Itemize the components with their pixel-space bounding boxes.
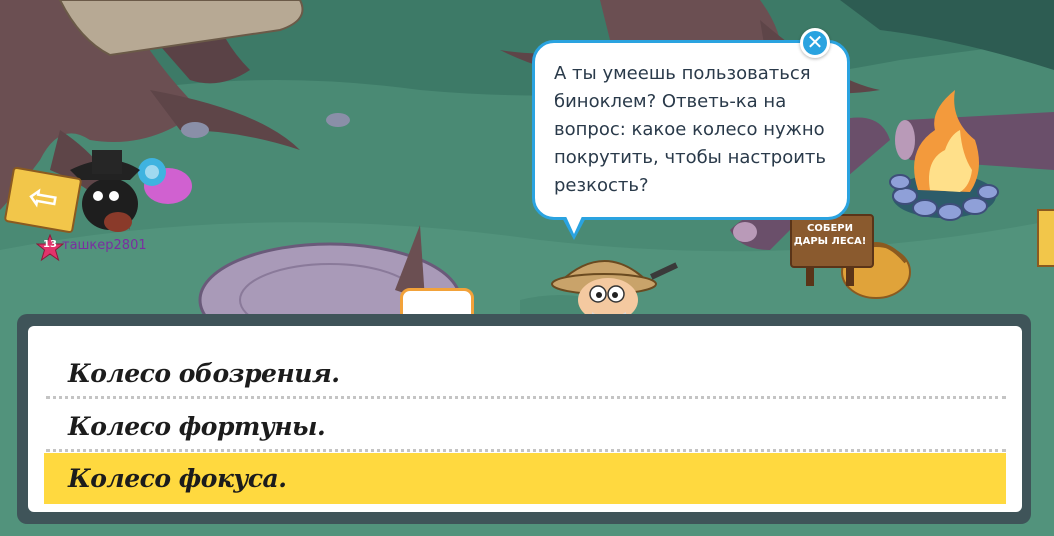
player-level: 13 — [43, 239, 57, 250]
answer-option-2[interactable]: Колесо фортуны. — [44, 401, 1006, 452]
question-text: А ты умеешь пользоваться биноклем? Ответ… — [554, 63, 827, 196]
arrow-left-icon: ⇦ — [24, 175, 62, 222]
player-name[interactable]: ташкер2801 — [62, 238, 147, 253]
wooden-sign-text: СОБЕРИ ДАРЫ ЛЕСА! — [793, 223, 867, 247]
answer-option-3[interactable]: Колесо фокуса. — [44, 453, 1006, 504]
answer-separator — [46, 396, 1006, 399]
close-icon[interactable]: ✕ — [800, 28, 830, 58]
answer-separator — [46, 449, 1006, 452]
answer-option-1[interactable]: Колесо обозрения. — [44, 348, 1006, 399]
arrow-left-sign[interactable]: ⇦ — [3, 166, 83, 234]
bubble-tail-inner — [564, 212, 584, 234]
